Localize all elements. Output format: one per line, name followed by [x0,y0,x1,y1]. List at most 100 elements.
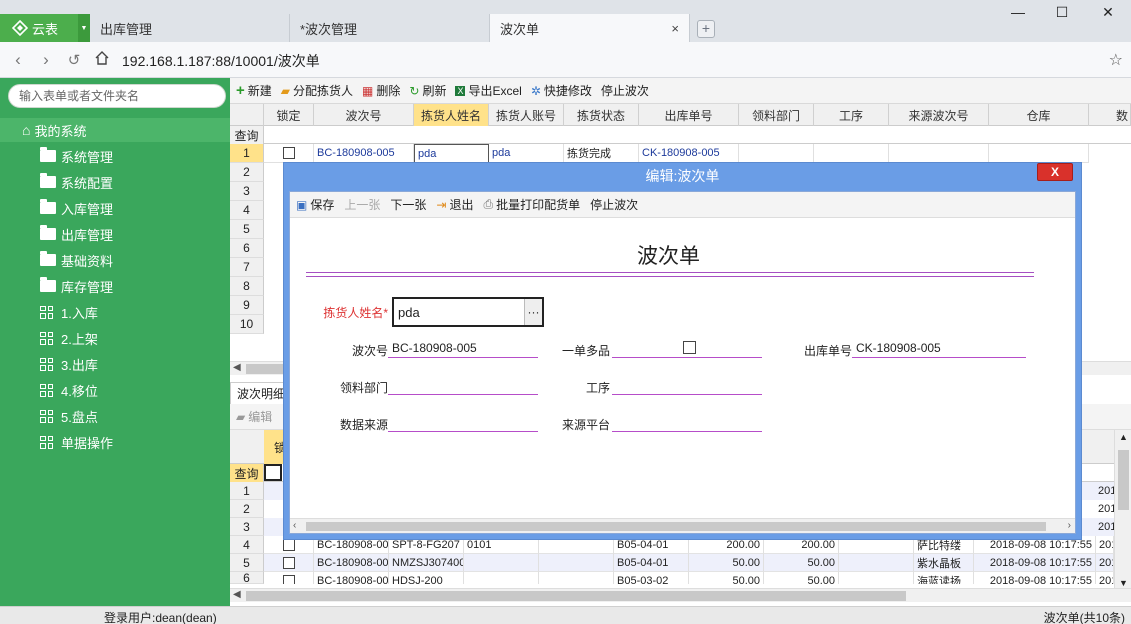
table-row[interactable]: BC-180908-00 NMZSJ307400: B05-04-01 50.0… [264,554,1114,572]
scroll-thumb[interactable] [1118,450,1129,510]
column-header[interactable]: 出库单号 [639,104,739,126]
tab-wave-order[interactable]: 波次单 × [490,14,690,42]
cell-code[interactable] [464,554,539,572]
row-number[interactable]: 1 [230,144,264,163]
cell-sku[interactable]: HDSJ-200 [389,572,464,584]
source-platform-field[interactable] [612,412,762,432]
column-header[interactable]: 拣货状态 [564,104,639,126]
column-header-selected[interactable]: 拣货人姓名 [414,104,489,126]
picker-name-input[interactable]: pda ··· [392,297,544,327]
cell-location[interactable]: B05-04-01 [614,554,689,572]
column-header[interactable]: 工序 [814,104,889,126]
cell-sku[interactable]: NMZSJ307400: [389,554,464,572]
detail-vertical-scrollbar[interactable]: ▲ ▼ [1114,430,1131,590]
row-number[interactable]: 5 [230,554,264,572]
column-header[interactable]: 仓库 [989,104,1089,126]
assign-picker-button[interactable]: ▰ 分配拣货人 [281,82,353,99]
url-field[interactable]: 192.168.1.187:88/10001/波次单 [122,51,320,71]
cell-status[interactable]: 拣货完成 [564,144,639,163]
column-header[interactable]: 锁定 [264,104,314,126]
multi-item-checkbox[interactable] [682,341,696,354]
window-close-button[interactable]: ✕ [1098,4,1118,21]
dialog-horizontal-scrollbar[interactable]: ‹ › [290,518,1075,533]
app-tab[interactable]: 云表 ▼ [0,14,90,42]
column-header[interactable]: 拣货人账号 [489,104,564,126]
detail-edit-button[interactable]: 编辑 [248,408,272,425]
picker-lookup-button[interactable]: ··· [524,299,542,325]
outbound-no-field[interactable]: CK-180908-005 [852,338,1026,358]
table-row[interactable]: BC-180908-005 pda pda 拣货完成 CK-180908-005 [264,144,1089,163]
cell-quantity[interactable]: 50.00 [764,572,839,584]
row-number[interactable]: 6 [230,572,264,584]
sidebar-item-base-data[interactable]: 基础资料 [40,249,113,271]
sidebar-item-3-outbound[interactable]: 3.出库 [40,353,98,375]
tab-outbound-management[interactable]: 出库管理 [90,14,290,42]
cell-picker-account[interactable]: pda [489,144,564,163]
detail-query-input[interactable] [264,464,282,481]
exit-button[interactable]: ⇥ 退出 [436,196,473,213]
row-number[interactable]: 2 [230,500,264,518]
next-button[interactable]: 下一张 [390,196,426,213]
lock-checkbox[interactable] [282,574,295,584]
scroll-right-icon[interactable]: › [1068,520,1071,531]
sidebar-item-inventory[interactable]: 库存管理 [40,275,113,297]
wave-no-field[interactable]: BC-180908-005 [388,338,538,358]
row-number[interactable]: 8 [230,277,264,296]
cell-quantity[interactable]: 50.00 [764,554,839,572]
cell-location[interactable]: B05-03-02 [614,572,689,584]
sidebar-item-1-inbound[interactable]: 1.入库 [40,301,98,323]
sidebar-item-5-stocktake[interactable]: 5.盘点 [40,405,98,427]
table-row[interactable]: BC-180908-00 HDSJ-200 B05-03-02 50.00 50… [264,572,1114,584]
lock-checkbox[interactable] [282,556,295,569]
quick-edit-button[interactable]: ✲ 快捷修改 [531,82,592,99]
sidebar-item-system-management[interactable]: 系统管理 [40,145,113,167]
lock-checkbox[interactable] [282,147,295,159]
cell-product-name[interactable]: 海蓝读扬 [914,572,974,584]
home-icon[interactable] [92,50,112,71]
scroll-thumb[interactable] [246,591,906,601]
cell-code[interactable] [464,572,539,584]
row-number[interactable]: 1 [230,482,264,500]
data-source-field[interactable] [388,412,538,432]
new-button[interactable]: + 新建 [236,82,272,99]
row-number[interactable]: 9 [230,296,264,315]
cell-quantity[interactable]: 50.00 [689,554,764,572]
row-number[interactable]: 10 [230,315,264,334]
cell-tail[interactable]: 201 [1096,536,1114,554]
row-number[interactable]: 7 [230,258,264,277]
bookmark-star-icon[interactable]: ☆ [1109,50,1123,70]
cell-time[interactable]: 2018-09-08 10:17:55 [974,572,1096,584]
sidebar-item-2-shelving[interactable]: 2.上架 [40,327,98,349]
sidebar-search-input[interactable]: 输入表单或者文件夹名 [8,84,226,108]
cell-time[interactable]: 2018-09-08 10:17:55 [974,554,1096,572]
row-number[interactable]: 5 [230,220,264,239]
dept-field[interactable] [388,375,538,395]
scroll-up-icon[interactable]: ▲ [1119,432,1128,442]
sidebar-item-system-config[interactable]: 系统配置 [40,171,113,193]
cell-quantity[interactable]: 50.00 [689,572,764,584]
app-menu-dropdown-icon[interactable]: ▼ [78,14,90,42]
column-header[interactable]: 波次号 [314,104,414,126]
sidebar-item-4-relocate[interactable]: 4.移位 [40,379,98,401]
row-number[interactable]: 3 [230,182,264,201]
prev-button[interactable]: 上一张 [344,196,380,213]
new-tab-button[interactable]: + [697,20,715,38]
dialog-close-button[interactable]: X [1037,163,1073,181]
scroll-down-icon[interactable]: ▼ [1119,578,1128,588]
scroll-left-icon[interactable]: ‹ [293,520,296,531]
stop-wave-button[interactable]: 停止波次 [590,196,638,213]
row-number[interactable]: 3 [230,518,264,536]
cell-wave[interactable]: BC-180908-00 [314,554,389,572]
sidebar-item-inbound[interactable]: 入库管理 [40,197,113,219]
refresh-button[interactable]: ↻ 刷新 [409,82,446,99]
sidebar-item-document-ops[interactable]: 单据操作 [40,431,113,453]
save-button[interactable]: ▣ 保存 [296,196,334,213]
row-number[interactable]: 4 [230,536,264,554]
tree-root-my-system[interactable]: ⌂ 我的系统 [0,118,230,142]
minimize-button[interactable]: — [1008,4,1028,20]
reload-icon[interactable]: ↺ [64,51,84,69]
delete-button[interactable]: ▦ 删除 [362,82,400,99]
forward-icon[interactable]: › [36,50,56,70]
cell-wave-no[interactable]: BC-180908-005 [314,144,414,163]
stop-wave-button[interactable]: 停止波次 [601,82,649,99]
